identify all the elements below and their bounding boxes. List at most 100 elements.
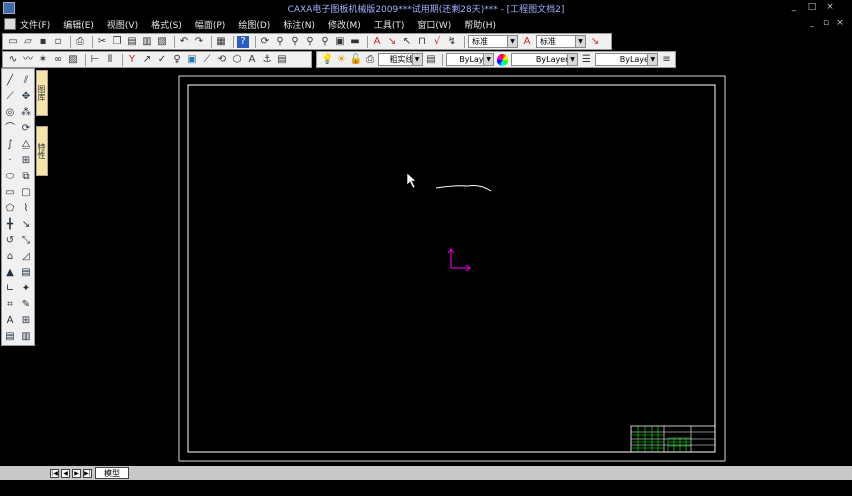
chevron-down-icon[interactable]: ▼ xyxy=(567,54,577,65)
attribute-tool-icon[interactable]: ▥ xyxy=(20,331,32,343)
dimension-tool-icon[interactable]: ⊞ xyxy=(20,315,32,327)
spline-icon[interactable]: 〰 xyxy=(22,54,34,66)
mirror-icon[interactable]: ⧋ xyxy=(20,139,32,151)
properties-icon[interactable]: ▦ xyxy=(215,36,227,48)
polyline-icon[interactable]: ⟋ xyxy=(4,91,16,103)
minimize-button[interactable]: _ xyxy=(788,2,800,13)
scale-icon[interactable]: ⧉ xyxy=(20,171,32,183)
tab-model[interactable]: 模型 xyxy=(95,467,129,479)
line-icon[interactable]: ╱ xyxy=(4,75,16,87)
save-as-icon[interactable]: ▫ xyxy=(52,36,64,48)
dimension-style-icon[interactable]: A xyxy=(521,36,533,48)
rectangle-icon[interactable]: ▭ xyxy=(4,187,16,199)
tab-library[interactable]: 图库 xyxy=(36,70,48,116)
chamfer-icon[interactable]: ▤ xyxy=(20,267,32,279)
measure-icon[interactable]: ▬ xyxy=(349,36,361,48)
extend-icon[interactable]: ↗ xyxy=(141,54,153,66)
anchor-icon[interactable]: ⚓ xyxy=(261,54,273,66)
menu-item-6[interactable]: 标注(N) xyxy=(283,18,315,31)
layer-lock-icon[interactable]: 🔓 xyxy=(350,54,362,66)
curve-entity[interactable] xyxy=(435,185,492,192)
document-icon[interactable] xyxy=(4,18,16,30)
chevron-down-icon[interactable]: ▼ xyxy=(411,54,422,65)
redraw-icon[interactable]: ⟳ xyxy=(259,36,271,48)
print-icon[interactable]: ⎙ xyxy=(74,36,86,48)
move-icon[interactable]: ✥ xyxy=(20,91,32,103)
color-select[interactable]: ByLayer ▼ xyxy=(446,53,495,66)
menu-item-4[interactable]: 幅面(P) xyxy=(195,18,225,31)
menu-item-10[interactable]: 帮助(H) xyxy=(464,18,496,31)
extend-tool-icon[interactable]: ↘ xyxy=(20,219,32,231)
explode-icon[interactable]: ✦ xyxy=(20,283,32,295)
arc-icon[interactable]: ⌒ xyxy=(4,123,16,135)
menu-item-3[interactable]: 格式(S) xyxy=(151,18,182,31)
next-tab-button[interactable]: ▶ xyxy=(72,469,81,478)
wave-line-icon[interactable]: ∿ xyxy=(7,54,19,66)
3d-box-icon[interactable]: ⬡ xyxy=(231,54,243,66)
copy-icon[interactable]: ❐ xyxy=(111,36,123,48)
chevron-down-icon[interactable]: ▼ xyxy=(483,54,494,65)
undo-icon[interactable]: ↶ xyxy=(178,36,190,48)
spline-curve-icon[interactable]: ∫ xyxy=(4,139,16,151)
text-style-select[interactable]: 标准 ▼ xyxy=(468,35,518,48)
text-tool-icon[interactable]: A xyxy=(4,315,16,327)
menu-item-5[interactable]: 绘图(D) xyxy=(238,18,270,31)
dim-style-manager-icon[interactable]: ↘ xyxy=(589,36,601,48)
hatch-tool-icon[interactable]: ⌂ xyxy=(4,251,16,263)
layer-bulb-icon[interactable]: 💡 xyxy=(321,54,333,66)
menu-item-7[interactable]: 修改(M) xyxy=(328,18,361,31)
menu-item-0[interactable]: 文件(F) xyxy=(20,18,50,31)
circle-icon[interactable]: ◎ xyxy=(4,107,16,119)
dim-style-icon[interactable]: ↘ xyxy=(386,36,398,48)
linewidth-manager-icon[interactable]: ≡ xyxy=(661,54,672,66)
doc-restore-button[interactable]: ▫ xyxy=(821,18,831,28)
text-style-icon[interactable]: A xyxy=(371,36,383,48)
dim-style-select[interactable]: 标准 ▼ xyxy=(536,35,586,48)
ucs-tool-icon[interactable]: ∟ xyxy=(4,283,16,295)
linewidth-select[interactable]: ByLayer ▼ xyxy=(594,53,659,66)
last-tab-button[interactable]: ▶| xyxy=(83,469,92,478)
hatch-icon[interactable]: ▨ xyxy=(67,54,79,66)
break-icon[interactable]: ⤡ xyxy=(20,235,32,247)
centerline-tool-icon[interactable]: ╋ xyxy=(4,219,16,231)
point-tool-icon[interactable]: · xyxy=(4,155,16,167)
cut-icon[interactable]: ✂ xyxy=(96,36,108,48)
paste-special-icon[interactable]: ▥ xyxy=(141,36,153,48)
roughness-style-icon[interactable]: √ xyxy=(431,36,443,48)
weld-style-icon[interactable]: ↯ xyxy=(446,36,458,48)
trim-icon[interactable]: Y xyxy=(126,54,138,66)
polygon-icon[interactable]: ⬠ xyxy=(4,203,16,215)
ellipse-tool-icon[interactable]: ∞ xyxy=(52,54,64,66)
open-file-icon[interactable]: ▱ xyxy=(22,36,34,48)
chevron-down-icon[interactable]: ▼ xyxy=(575,36,585,47)
stretch-icon[interactable]: ▢ xyxy=(20,187,32,199)
layer-print-icon[interactable]: ⎙ xyxy=(365,54,376,66)
prev-tab-button[interactable]: ◀ xyxy=(61,469,70,478)
save-icon[interactable]: ▪ xyxy=(37,36,49,48)
drawing-canvas[interactable] xyxy=(50,68,852,466)
zoom-window-icon[interactable]: ⚲ xyxy=(289,36,301,48)
fill-icon[interactable]: ▲ xyxy=(4,267,16,279)
first-tab-button[interactable]: |◀ xyxy=(50,469,59,478)
maximize-button[interactable]: □ xyxy=(806,2,818,13)
close-button[interactable]: × xyxy=(824,2,836,13)
layer-sun-icon[interactable]: ☀ xyxy=(336,54,347,66)
loop-icon[interactable]: ⟲ xyxy=(216,54,228,66)
color-palette-icon[interactable] xyxy=(497,53,508,66)
menu-item-1[interactable]: 编辑(E) xyxy=(63,18,94,31)
chevron-down-icon[interactable]: ▼ xyxy=(647,54,658,65)
equidistant-icon[interactable]: ⫴ xyxy=(104,54,116,66)
erase-icon[interactable]: ✎ xyxy=(20,299,32,311)
table-tool-icon[interactable]: ▤ xyxy=(4,331,16,343)
menu-item-8[interactable]: 工具(T) xyxy=(374,18,405,31)
text-balloon-icon[interactable]: ♀ xyxy=(171,54,183,66)
doc-close-button[interactable]: × xyxy=(835,18,845,28)
doc-minimize-button[interactable]: _ xyxy=(807,18,817,28)
menu-item-9[interactable]: 窗口(W) xyxy=(417,18,451,31)
help-icon[interactable]: ? xyxy=(237,35,249,48)
menu-item-2[interactable]: 视图(V) xyxy=(107,18,138,31)
tolerance-style-icon[interactable]: ⊓ xyxy=(416,36,428,48)
copy-object-icon[interactable]: ⁂ xyxy=(20,107,32,119)
image-icon[interactable]: ▣ xyxy=(186,54,198,66)
text-a-icon[interactable]: A xyxy=(246,54,258,66)
